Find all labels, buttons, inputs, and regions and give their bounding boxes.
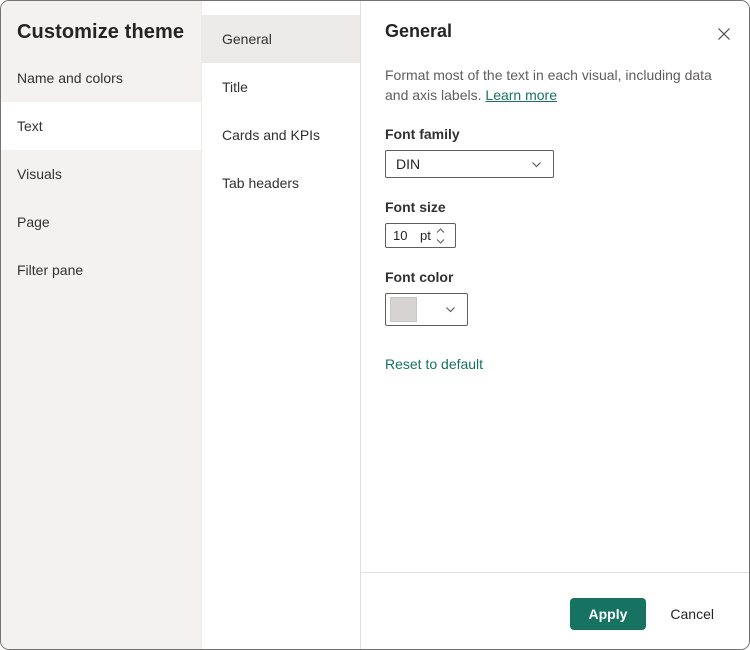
font-color-dropdown[interactable] bbox=[385, 293, 468, 326]
sidebar: Customize theme Name and colors Text Vis… bbox=[1, 1, 201, 649]
sidebar-item-label: Page bbox=[17, 214, 50, 230]
subnav-item-cards-and-kpis[interactable]: Cards and KPIs bbox=[202, 111, 360, 159]
spinner-up-button[interactable] bbox=[434, 226, 448, 236]
chevron-up-icon bbox=[436, 227, 445, 234]
sidebar-item-label: Text bbox=[17, 118, 43, 134]
font-size-unit: pt bbox=[420, 228, 431, 243]
panel-header: General bbox=[361, 1, 749, 49]
sidebar-item-label: Visuals bbox=[17, 166, 62, 182]
cancel-button[interactable]: Cancel bbox=[668, 598, 716, 630]
font-size-label: Font size bbox=[385, 199, 446, 215]
subnav: General Title Cards and KPIs Tab headers bbox=[201, 1, 361, 649]
settings-panel: General Format most of the text in each … bbox=[361, 1, 749, 649]
panel-description: Format most of the text in each visual, … bbox=[385, 65, 729, 105]
subnav-item-label: Tab headers bbox=[222, 175, 300, 191]
apply-button[interactable]: Apply bbox=[569, 598, 647, 630]
chevron-down-icon bbox=[436, 238, 445, 244]
subnav-item-tab-headers[interactable]: Tab headers bbox=[202, 159, 360, 207]
font-color-label: Font color bbox=[385, 269, 454, 285]
sidebar-item-filter-pane[interactable]: Filter pane bbox=[1, 246, 201, 294]
sidebar-item-text[interactable]: Text bbox=[1, 102, 201, 150]
sidebar-item-name-and-colors[interactable]: Name and colors bbox=[1, 54, 201, 102]
chevron-down-icon bbox=[444, 303, 457, 316]
panel-footer: Apply Cancel bbox=[361, 572, 749, 649]
subnav-item-label: Title bbox=[222, 79, 248, 95]
sidebar-item-page[interactable]: Page bbox=[1, 198, 201, 246]
close-icon bbox=[717, 27, 731, 41]
font-family-value: DIN bbox=[396, 156, 421, 172]
chevron-down-icon bbox=[530, 158, 543, 171]
subnav-item-label: General bbox=[222, 31, 272, 47]
reset-to-default-link[interactable]: Reset to default bbox=[385, 356, 483, 372]
learn-more-link[interactable]: Learn more bbox=[485, 87, 557, 103]
panel-title: General bbox=[385, 21, 453, 41]
color-swatch bbox=[390, 297, 417, 322]
close-button[interactable] bbox=[709, 19, 739, 49]
font-family-dropdown[interactable]: DIN bbox=[385, 150, 554, 178]
font-size-spin-buttons bbox=[434, 226, 448, 246]
font-family-label: Font family bbox=[385, 126, 460, 142]
font-size-input[interactable] bbox=[386, 228, 420, 243]
sidebar-item-label: Name and colors bbox=[17, 70, 123, 86]
sidebar-item-visuals[interactable]: Visuals bbox=[1, 150, 201, 198]
subnav-item-title[interactable]: Title bbox=[202, 63, 360, 111]
customize-theme-dialog: Customize theme Name and colors Text Vis… bbox=[0, 0, 750, 650]
spinner-down-button[interactable] bbox=[434, 236, 448, 246]
font-size-spinner: pt bbox=[385, 223, 456, 248]
subnav-item-label: Cards and KPIs bbox=[222, 127, 321, 143]
dialog-title: Customize theme bbox=[17, 21, 185, 43]
subnav-item-general[interactable]: General bbox=[202, 15, 360, 63]
panel-body: Format most of the text in each visual, … bbox=[361, 49, 749, 572]
sidebar-item-label: Filter pane bbox=[17, 262, 84, 278]
